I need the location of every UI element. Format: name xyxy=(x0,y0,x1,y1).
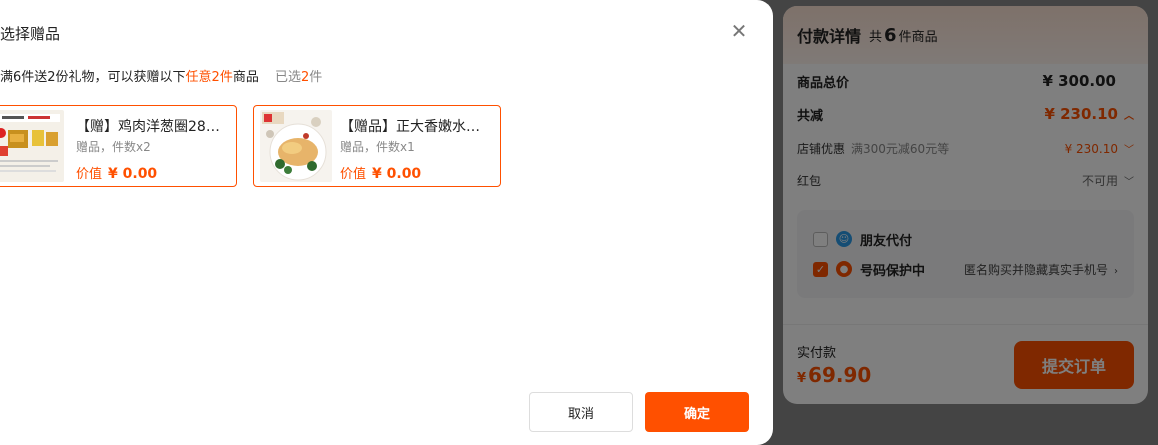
gift-thumbnail xyxy=(260,110,332,182)
gift-price: 价值 ¥ 0.00 xyxy=(340,163,421,182)
gift-meta: 赠品，件数x1 xyxy=(340,140,415,154)
gift-price-label: 价值 xyxy=(340,167,367,182)
gift-meta: 赠品，件数x2 xyxy=(76,140,151,154)
gift-rule-text: 满6件送2份礼物，可以获赠以下任意2件商品 已选2件 xyxy=(0,66,322,85)
rule-prefix: 满6件送2份礼物，可以获赠以下 xyxy=(0,70,186,85)
gift-card[interactable]: 【赠】鸡肉洋葱圈28… 赠品，件数x2 价值 ¥ 0.00 xyxy=(0,105,237,187)
gift-name: 【赠】鸡肉洋葱圈28… xyxy=(76,119,220,135)
gift-card[interactable]: 【赠品】正大香嫩水… 赠品，件数x1 价值 ¥ 0.00 xyxy=(253,105,501,187)
selected-prefix: 已选 xyxy=(274,70,301,85)
gift-price-value: ¥ 0.00 xyxy=(372,166,422,182)
close-icon[interactable]: ✕ xyxy=(730,21,748,41)
gift-thumbnail xyxy=(0,110,64,182)
gift-price: 价值 ¥ 0.00 xyxy=(76,163,157,182)
selected-suffix: 件 xyxy=(309,70,323,85)
rule-highlight: 任意2件 xyxy=(185,70,233,85)
cancel-button[interactable]: 取消 xyxy=(529,392,633,432)
selected-count: 已选2件 xyxy=(275,70,322,85)
gift-price-label: 价值 xyxy=(76,167,103,182)
dialog-title: 选择赠品 xyxy=(0,25,61,43)
confirm-button[interactable]: 确定 xyxy=(645,392,749,432)
gift-select-dialog: 选择赠品 ✕ 满6件送2份礼物，可以获赠以下任意2件商品 已选2件 【赠】鸡肉洋… xyxy=(0,0,773,445)
gift-name: 【赠品】正大香嫩水… xyxy=(340,119,480,135)
rule-suffix: 商品 xyxy=(232,70,259,85)
gift-price-value: ¥ 0.00 xyxy=(108,166,158,182)
